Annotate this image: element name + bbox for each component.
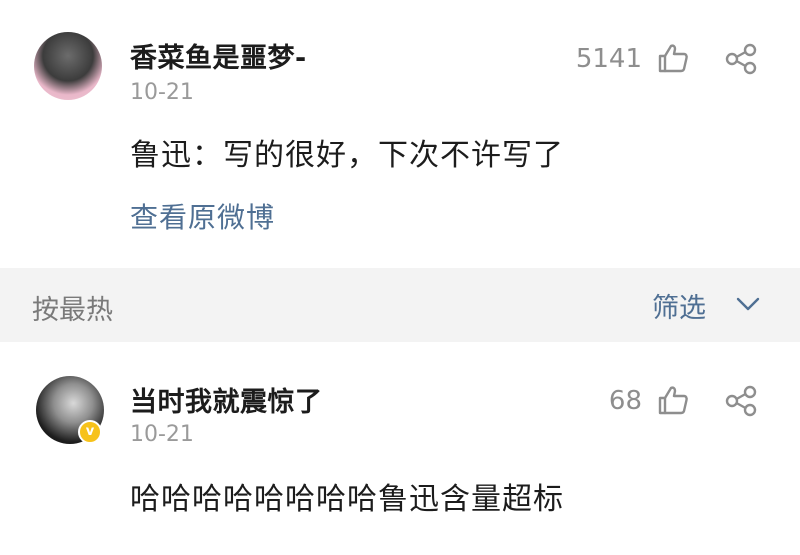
post-content: 鲁迅：写的很好，下次不许写了 <box>130 138 564 173</box>
post-author-name[interactable]: 香菜鱼是噩梦- <box>130 36 307 75</box>
comment-like-count: 68 <box>608 386 642 416</box>
post-author-avatar[interactable] <box>34 32 102 100</box>
share-icon[interactable] <box>724 42 758 76</box>
comment-date: 10-21 <box>130 422 194 447</box>
chevron-down-icon[interactable] <box>734 292 762 316</box>
share-icon[interactable] <box>724 384 758 418</box>
comment-author-name[interactable]: 当时我就震惊了 <box>130 380 323 419</box>
sort-hot-label[interactable]: 按最热 <box>32 288 113 327</box>
view-original-link[interactable]: 查看原微博 <box>130 196 275 236</box>
thumbs-up-icon[interactable] <box>656 42 690 76</box>
thumbs-up-icon[interactable] <box>656 384 690 418</box>
comment-content: 哈哈哈哈哈哈哈哈鲁迅含量超标 <box>130 482 564 517</box>
post-like-count: 5141 <box>575 44 642 74</box>
verified-badge-icon: v <box>78 420 102 444</box>
comment-card <box>0 342 800 555</box>
filter-button[interactable]: 筛选 <box>652 286 706 325</box>
post-date: 10-21 <box>130 80 194 105</box>
